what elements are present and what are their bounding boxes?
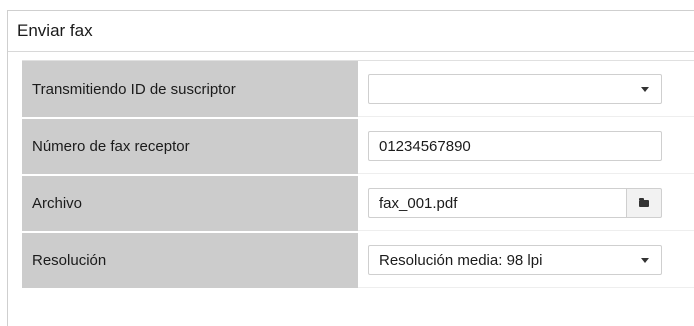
- form-row-subscriber-id: Transmitiendo ID de suscriptor: [22, 61, 694, 118]
- form-row-resolution: Resolución Resolución media: 98 lpi: [22, 232, 694, 289]
- file-value: fax_001.pdf: [379, 194, 458, 212]
- file-label: Archivo: [22, 176, 358, 231]
- form-row-file: Archivo fax_001.pdf: [22, 175, 694, 232]
- browse-file-button[interactable]: [626, 188, 662, 218]
- form-row-receiver-number: Número de fax receptor 01234567890: [22, 118, 694, 175]
- receiver-number-label: Número de fax receptor: [22, 119, 358, 174]
- resolution-label: Resolución: [22, 233, 358, 288]
- subscriber-id-select[interactable]: [368, 73, 662, 104]
- file-picker: fax_001.pdf: [368, 188, 662, 218]
- resolution-select[interactable]: Resolución media: 98 lpi: [368, 245, 662, 275]
- folder-icon: [639, 197, 649, 207]
- panel-title: Enviar fax: [17, 21, 93, 40]
- receiver-number-input[interactable]: 01234567890: [368, 131, 662, 161]
- file-input[interactable]: fax_001.pdf: [368, 188, 626, 218]
- receiver-number-value: 01234567890: [379, 137, 471, 155]
- panel-divider: [8, 51, 694, 52]
- subscriber-id-label: Transmitiendo ID de suscriptor: [22, 61, 358, 117]
- fax-form: Transmitiendo ID de suscriptor Número de…: [22, 60, 694, 289]
- chevron-down-icon: [641, 258, 649, 263]
- chevron-down-icon: [641, 86, 649, 92]
- resolution-value: Resolución media: 98 lpi: [379, 251, 543, 269]
